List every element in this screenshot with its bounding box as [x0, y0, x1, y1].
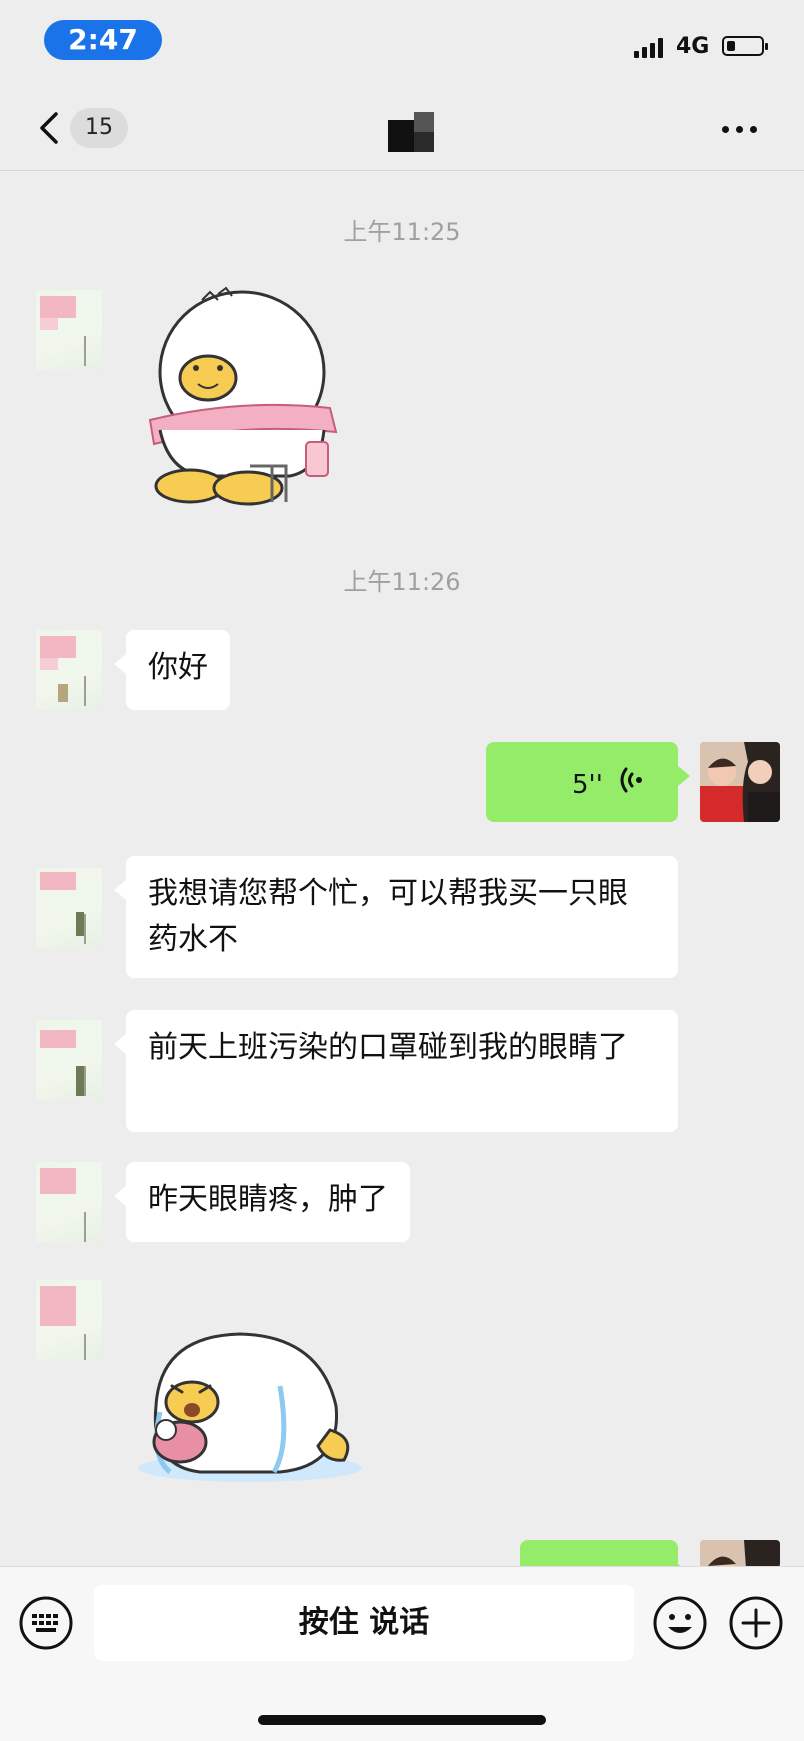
- crying-duck-sticker[interactable]: [130, 1326, 362, 1486]
- input-bar: 按住 说话: [0, 1566, 804, 1741]
- battery-icon: [722, 36, 768, 56]
- avatar-photo: [700, 1540, 780, 1568]
- back-icon[interactable]: [36, 108, 66, 148]
- duck-sticker[interactable]: [140, 280, 360, 510]
- timestamp: 上午11:25: [343, 218, 461, 246]
- keyboard-icon[interactable]: [18, 1595, 74, 1651]
- contact-avatar[interactable]: [36, 1020, 102, 1100]
- my-avatar[interactable]: [700, 742, 780, 822]
- home-indicator: [258, 1715, 546, 1725]
- status-time: 2:47: [44, 20, 162, 60]
- status-bar: 2:47 4G: [0, 0, 804, 90]
- hold-to-talk-button[interactable]: 按住 说话: [94, 1585, 634, 1661]
- contact-name-redacted: [388, 112, 448, 152]
- unread-count-badge[interactable]: 15: [70, 108, 128, 148]
- contact-avatar[interactable]: [36, 868, 102, 948]
- signal-icon: [634, 38, 668, 58]
- message-text: 我想请您帮个忙，可以帮我买一只眼药水不: [148, 876, 628, 957]
- message-text: 你好: [148, 650, 208, 685]
- contact-avatar[interactable]: [36, 290, 102, 370]
- network-type: 4G: [676, 34, 710, 59]
- message-bubble-received[interactable]: 前天上班污染的口罩碰到我的眼睛了: [114, 1010, 678, 1132]
- chat-header: 15: [0, 90, 804, 171]
- message-text: 昨天眼睛疼，肿了: [148, 1182, 388, 1217]
- voice-icon: [620, 767, 642, 793]
- voice-message-bubble[interactable]: 5'': [486, 742, 690, 822]
- message-bubble-received[interactable]: 我想请您帮个忙，可以帮我买一只眼药水不: [114, 856, 678, 978]
- emoji-icon[interactable]: [652, 1595, 708, 1651]
- message-bubble-received[interactable]: 昨天眼睛疼，肿了: [114, 1162, 410, 1242]
- more-icon[interactable]: [722, 126, 762, 136]
- timestamp: 上午11:26: [343, 568, 461, 596]
- contact-avatar[interactable]: [36, 630, 102, 710]
- avatar-photo: [700, 742, 780, 822]
- plus-icon[interactable]: [728, 1595, 784, 1651]
- voice-duration: 5'': [572, 770, 603, 800]
- message-text: 前天上班污染的口罩碰到我的眼睛了: [148, 1030, 628, 1065]
- contact-avatar[interactable]: [36, 1162, 102, 1242]
- message-bubble-received[interactable]: 你好: [114, 630, 230, 710]
- contact-avatar[interactable]: [36, 1280, 102, 1360]
- my-avatar[interactable]: [700, 1540, 780, 1568]
